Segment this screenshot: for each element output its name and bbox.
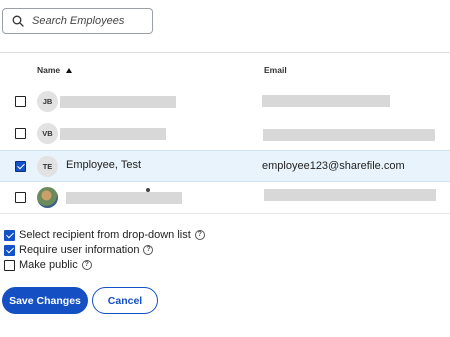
redacted-email (263, 129, 435, 141)
avatar-photo (37, 187, 58, 208)
select-recipient-label: Select recipient from drop-down list (19, 229, 191, 241)
employee-email: employee123@sharefile.com (262, 160, 405, 172)
table-row[interactable]: JB (0, 86, 450, 118)
row-checkbox-checked[interactable] (15, 161, 26, 172)
avatar: VB (37, 123, 58, 144)
table-row[interactable] (0, 182, 450, 214)
redaction-artifact (146, 188, 150, 192)
require-user-info-label: Require user information (19, 244, 140, 256)
cancel-button[interactable]: Cancel (92, 287, 158, 314)
employee-name: Employee, Test (66, 159, 142, 171)
save-changes-button[interactable]: Save Changes (2, 287, 88, 314)
row-checkbox[interactable] (15, 192, 26, 203)
redacted-email (262, 95, 390, 107)
table-row[interactable]: VB (0, 118, 450, 150)
redacted-email (264, 189, 436, 201)
email-column-header[interactable]: Email (264, 65, 287, 75)
help-icon[interactable]: ? (81, 260, 92, 270)
table-header: Name Email (0, 53, 450, 86)
redacted-name (66, 192, 182, 204)
table-row-selected[interactable]: TE Employee, Test employee123@sharefile.… (0, 150, 450, 182)
make-public-label: Make public (19, 259, 78, 271)
search-field[interactable] (2, 8, 153, 34)
option-make-public[interactable]: Make public ? (4, 259, 92, 271)
name-column-label: Name (37, 65, 61, 75)
row-checkbox[interactable] (15, 128, 26, 139)
option-require-user-info[interactable]: Require user information ? (4, 244, 154, 256)
help-icon[interactable]: ? (194, 230, 205, 240)
avatar: TE (37, 156, 58, 177)
sort-ascending-icon[interactable] (66, 67, 73, 73)
search-icon (12, 15, 24, 27)
avatar: JB (37, 91, 58, 112)
row-checkbox[interactable] (15, 96, 26, 107)
employee-table: Name Email JB VB TE Employee, Test emplo… (0, 52, 450, 214)
help-icon[interactable]: ? (143, 245, 154, 255)
select-recipient-checkbox[interactable] (4, 229, 15, 241)
redacted-name (60, 128, 166, 140)
option-select-recipient[interactable]: Select recipient from drop-down list ? (4, 229, 205, 241)
make-public-checkbox[interactable] (4, 259, 15, 271)
redacted-name (60, 96, 176, 108)
name-column-header[interactable]: Name (37, 65, 73, 75)
require-user-info-checkbox[interactable] (4, 244, 15, 256)
search-input[interactable] (30, 14, 144, 28)
